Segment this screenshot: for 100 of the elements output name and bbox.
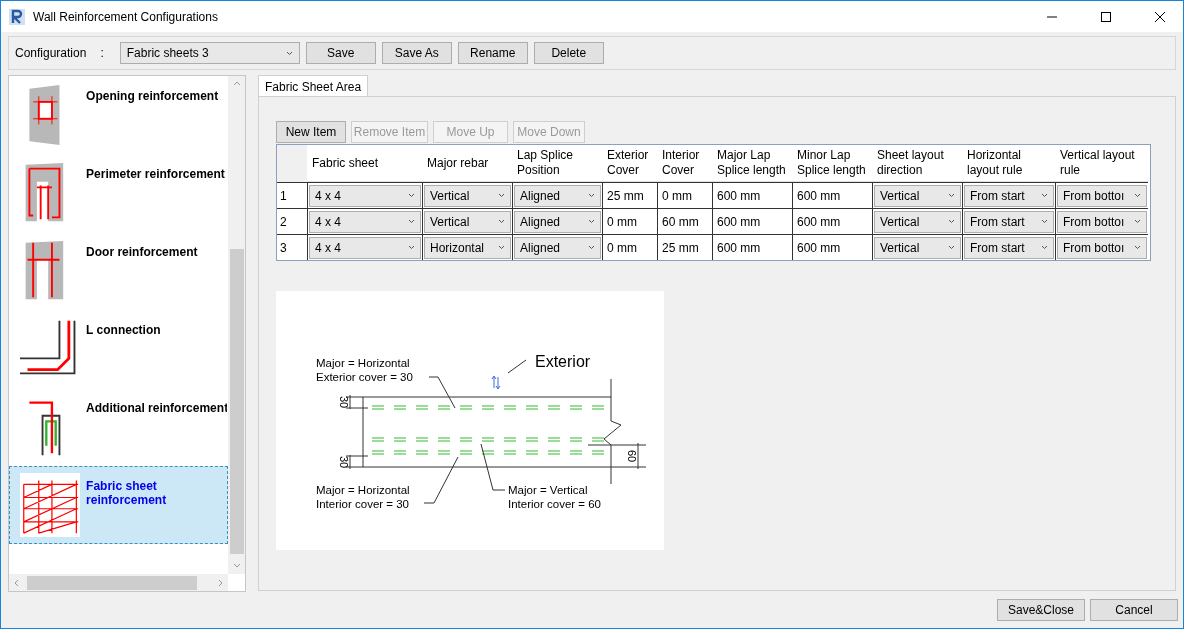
dimension-value: 30 <box>338 395 350 409</box>
table-cell[interactable]: 600 mm <box>792 208 872 234</box>
toolbar-button[interactable]: Delete <box>533 42 604 64</box>
table-cell[interactable]: 0 mm <box>602 234 657 260</box>
caret-icon <box>1041 219 1048 224</box>
cell-dropdown[interactable]: Aligned <box>514 236 601 259</box>
sidebar-item-label: L connection <box>86 323 162 337</box>
table-cell[interactable]: 25 mm <box>602 182 657 208</box>
cell-dropdown[interactable]: Vertical <box>874 184 961 207</box>
leader-line <box>423 456 459 504</box>
scroll-right-icon[interactable] <box>216 578 224 587</box>
caret-icon <box>498 245 505 250</box>
column-header: Minor Lap Splice length <box>792 145 872 182</box>
caret-icon <box>498 219 505 224</box>
diagram-note: Major = Horizontal Exterior cover = 30 <box>316 357 413 383</box>
cell-dropdown[interactable]: From start <box>964 236 1054 259</box>
caret-icon <box>498 193 505 198</box>
table-cell[interactable]: 600 mm <box>712 234 792 260</box>
toolbar-button[interactable]: Save As <box>381 42 452 64</box>
caret-icon <box>1134 245 1141 250</box>
caret-icon <box>1134 193 1141 198</box>
cell-dropdown[interactable]: 4 x 4 <box>309 184 421 207</box>
caret-icon <box>588 245 595 250</box>
caret-icon <box>948 193 955 198</box>
maximize-icon <box>1101 11 1111 22</box>
caret-icon <box>408 193 415 198</box>
table-cell[interactable]: 600 mm <box>792 182 872 208</box>
cell-dropdown[interactable]: Vertical <box>874 210 961 233</box>
leader-line <box>480 443 506 491</box>
scroll-left-icon[interactable] <box>13 578 21 587</box>
scroll-down-icon[interactable] <box>232 562 241 570</box>
row-number: 3 <box>277 234 307 260</box>
column-header: Horizontal layout rule <box>962 145 1055 182</box>
dimension-value: 60 <box>626 449 638 463</box>
sidebar-item[interactable]: Perimeter reinforcement <box>9 154 228 232</box>
window-title: Wall Reinforcement Configurations <box>33 9 219 24</box>
row-number: 2 <box>277 208 307 234</box>
caret-icon <box>1041 193 1048 198</box>
column-header: Fabric sheet <box>307 145 422 182</box>
table-cell[interactable]: 600 mm <box>712 182 792 208</box>
horizontal-scrollbar[interactable] <box>9 574 228 591</box>
diagram-note: Major = Horizontal Interior cover = 30 <box>316 484 410 510</box>
dimension-line <box>587 442 647 470</box>
caret-icon <box>408 219 415 224</box>
footer-button[interactable]: Cancel <box>1090 599 1178 621</box>
sidebar-item[interactable]: L connection <box>9 310 228 388</box>
column-header: Interior Cover <box>657 145 712 182</box>
dimension-value: 30 <box>338 455 350 469</box>
action-button[interactable]: New Item <box>276 121 346 143</box>
column-header: Exterior Cover <box>602 145 657 182</box>
caret-icon <box>408 245 415 250</box>
sidebar-item[interactable]: Door reinforcement <box>9 232 228 310</box>
cell-dropdown[interactable]: Vertical <box>424 210 511 233</box>
table-cell[interactable]: 600 mm <box>712 208 792 234</box>
cell-dropdown[interactable]: Horizontal <box>424 236 511 259</box>
direction-arrows-icon <box>491 375 501 390</box>
scroll-up-icon[interactable] <box>232 80 241 88</box>
leader-line <box>507 359 527 374</box>
close-icon <box>1155 11 1165 22</box>
fabric-sheet-icon <box>20 473 81 537</box>
sidebar-item[interactable]: Opening reinforcement <box>9 76 228 154</box>
caret-icon <box>1041 245 1048 250</box>
table-cell[interactable]: 25 mm <box>657 234 712 260</box>
table-cell[interactable]: 0 mm <box>657 182 712 208</box>
cell-dropdown[interactable]: From bottoı <box>1057 210 1147 233</box>
cell-dropdown[interactable]: From bottoı <box>1057 236 1147 259</box>
caret-icon <box>948 245 955 250</box>
caret-icon <box>948 219 955 224</box>
configuration-dropdown[interactable]: Fabric sheets 3 <box>119 42 300 64</box>
column-header: Major rebar <box>422 145 512 182</box>
cell-dropdown[interactable]: Aligned <box>514 184 601 207</box>
caret-icon <box>588 193 595 198</box>
cell-dropdown[interactable]: 4 x 4 <box>309 210 421 233</box>
exterior-label: Exterior <box>535 353 591 370</box>
column-header: Sheet layout direction <box>872 145 962 182</box>
cell-dropdown[interactable]: Aligned <box>514 210 601 233</box>
toolbar-button[interactable]: Save <box>305 42 376 64</box>
column-header: Major Lap Splice length <box>712 145 792 182</box>
row-number: 1 <box>277 182 307 208</box>
cell-dropdown[interactable]: From start <box>964 210 1054 233</box>
table-cell[interactable]: 0 mm <box>602 208 657 234</box>
tab[interactable]: Fabric Sheet Area <box>258 75 369 97</box>
cell-dropdown[interactable]: From start <box>964 184 1054 207</box>
leader-line <box>428 376 456 409</box>
footer-button[interactable]: Save&Close <box>997 599 1085 621</box>
sidebar-item-label: Door reinforcement <box>86 245 199 259</box>
table-cell[interactable]: 60 mm <box>657 208 712 234</box>
vertical-scrollbar[interactable] <box>228 76 245 574</box>
toolbar-button[interactable]: Rename <box>457 42 528 64</box>
caret-icon <box>588 219 595 224</box>
cell-dropdown[interactable]: 4 x 4 <box>309 236 421 259</box>
table-cell[interactable]: 600 mm <box>792 234 872 260</box>
cell-dropdown[interactable]: Vertical <box>424 184 511 207</box>
diagram-note: Major = Vertical Interior cover = 60 <box>508 484 601 510</box>
label-separator: : <box>100 46 104 60</box>
cell-dropdown[interactable]: Vertical <box>874 236 961 259</box>
caret-icon <box>1134 219 1141 224</box>
sidebar-item[interactable]: Fabric sheet reinforcement <box>9 466 228 544</box>
cell-dropdown[interactable]: From bottoı <box>1057 184 1147 207</box>
sidebar-item-label: Opening reinforcement <box>86 89 220 103</box>
